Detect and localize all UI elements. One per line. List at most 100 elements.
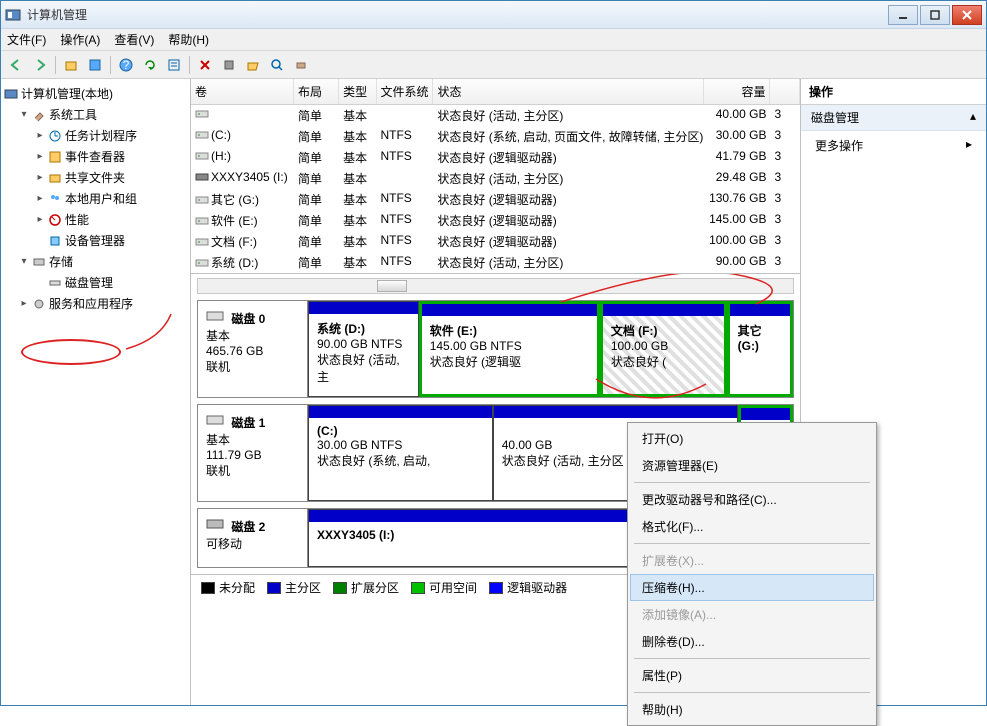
tree-storage[interactable]: ▾ 存储 xyxy=(19,251,188,272)
collapse-icon: ▴ xyxy=(970,109,976,126)
col-status[interactable]: 状态 xyxy=(433,79,703,104)
props-button[interactable] xyxy=(84,54,106,76)
menu-action[interactable]: 操作(A) xyxy=(60,31,100,48)
col-layout[interactable]: 布局 xyxy=(294,79,339,104)
disk-1-label[interactable]: 磁盘 1 基本 111.79 GB 联机 xyxy=(198,405,308,501)
perf-icon xyxy=(47,212,63,228)
back-button[interactable] xyxy=(5,54,27,76)
tree-services-apps[interactable]: ▸ 服务和应用程序 xyxy=(19,293,188,314)
collapse-icon[interactable]: ▾ xyxy=(19,256,29,267)
partition-f[interactable]: 文档 (F:)100.00 GB状态良好 ( xyxy=(600,301,727,397)
action-button[interactable] xyxy=(194,54,216,76)
clock-icon xyxy=(47,128,63,144)
minimize-button[interactable] xyxy=(888,5,918,25)
search-button[interactable] xyxy=(266,54,288,76)
settings-button[interactable] xyxy=(218,54,240,76)
menu-change-drive[interactable]: 更改驱动器号和路径(C)... xyxy=(630,486,874,513)
volume-row[interactable]: (H:)简单基本NTFS状态良好 (逻辑驱动器)41.79 GB3 xyxy=(191,147,800,168)
partition-d[interactable]: 系统 (D:)90.00 GB NTFS状态良好 (活动, 主 xyxy=(308,301,419,397)
expand-icon[interactable]: ▸ xyxy=(35,151,45,162)
tree-root[interactable]: 计算机管理(本地) xyxy=(3,83,188,104)
wrench-icon xyxy=(31,107,47,123)
col-filesystem[interactable]: 文件系统 xyxy=(377,79,434,104)
partition-e[interactable]: 软件 (E:)145.00 GB NTFS状态良好 (逻辑驱 xyxy=(419,301,600,397)
menu-file[interactable]: 文件(F) xyxy=(7,31,46,48)
volume-row[interactable]: 系统 (D:)简单基本NTFS状态良好 (活动, 主分区)90.00 GB3 xyxy=(191,252,800,273)
users-icon xyxy=(47,191,63,207)
menu-extend: 扩展卷(X)... xyxy=(630,547,874,574)
menubar: 文件(F) 操作(A) 查看(V) 帮助(H) xyxy=(1,29,986,51)
col-extra[interactable] xyxy=(770,79,800,104)
menu-explorer[interactable]: 资源管理器(E) xyxy=(630,452,874,479)
log-icon xyxy=(47,149,63,165)
hdd-icon xyxy=(206,309,224,323)
drive-icon xyxy=(195,108,209,120)
volume-list: 简单基本状态良好 (活动, 主分区)40.00 GB3(C:)简单基本NTFS状… xyxy=(191,105,800,273)
volume-row[interactable]: 简单基本状态良好 (活动, 主分区)40.00 GB3 xyxy=(191,105,800,126)
tree-local-users[interactable]: ▸本地用户和组 xyxy=(35,188,188,209)
device-icon xyxy=(47,233,63,249)
chevron-right-icon: ▸ xyxy=(966,137,972,151)
tree-system-tools[interactable]: ▾ 系统工具 xyxy=(19,104,188,125)
folder-icon xyxy=(47,170,63,186)
tree-disk-management[interactable]: 磁盘管理 xyxy=(35,272,188,293)
drive-icon xyxy=(195,171,209,183)
expand-icon[interactable]: ▸ xyxy=(35,214,45,225)
menu-shrink[interactable]: 压缩卷(H)... xyxy=(630,574,874,601)
storage-icon xyxy=(31,254,47,270)
volume-row[interactable]: XXXY3405 (I:)简单基本状态良好 (活动, 主分区)29.48 GB3 xyxy=(191,168,800,189)
hdd-icon xyxy=(206,413,224,427)
menu-delete[interactable]: 删除卷(D)... xyxy=(630,628,874,655)
partition-c[interactable]: (C:)30.00 GB NTFS状态良好 (系统, 启动, xyxy=(308,405,493,501)
refresh-button[interactable] xyxy=(139,54,161,76)
col-volume[interactable]: 卷 xyxy=(191,79,294,104)
tree-panel: 计算机管理(本地) ▾ 系统工具 ▸任务计划程序 ▸事件查看器 ▸共享文件夹 ▸… xyxy=(1,79,191,705)
actions-section[interactable]: 磁盘管理▴ xyxy=(801,105,986,131)
tree-performance[interactable]: ▸性能 xyxy=(35,209,188,230)
up-button[interactable] xyxy=(60,54,82,76)
menu-help[interactable]: 帮助(H) xyxy=(630,696,874,723)
col-capacity[interactable]: 容量 xyxy=(704,79,771,104)
expand-icon[interactable]: ▸ xyxy=(35,172,45,183)
collapse-icon[interactable]: ▾ xyxy=(19,109,29,120)
maximize-button[interactable] xyxy=(920,5,950,25)
disk-2-label[interactable]: 磁盘 2 可移动 xyxy=(198,509,308,567)
horizontal-scrollbar[interactable] xyxy=(197,278,794,294)
menu-help[interactable]: 帮助(H) xyxy=(168,31,209,48)
volume-list-header: 卷 布局 类型 文件系统 状态 容量 xyxy=(191,79,800,105)
list-button[interactable] xyxy=(163,54,185,76)
tree-event-viewer[interactable]: ▸事件查看器 xyxy=(35,146,188,167)
tree-device-manager[interactable]: 设备管理器 xyxy=(35,230,188,251)
drive-icon xyxy=(195,129,209,141)
app-icon xyxy=(5,7,21,23)
removable-icon xyxy=(206,517,224,531)
annotation-circle-tree xyxy=(21,339,121,365)
open-button[interactable] xyxy=(242,54,264,76)
menu-properties[interactable]: 属性(P) xyxy=(630,662,874,689)
help-button[interactable]: ? xyxy=(115,54,137,76)
menu-view[interactable]: 查看(V) xyxy=(114,31,154,48)
volume-row[interactable]: 文档 (F:)简单基本NTFS状态良好 (逻辑驱动器)100.00 GB3 xyxy=(191,231,800,252)
drive-icon xyxy=(195,257,209,269)
tree-task-scheduler[interactable]: ▸任务计划程序 xyxy=(35,125,188,146)
menu-open[interactable]: 打开(O) xyxy=(630,425,874,452)
expand-icon[interactable]: ▸ xyxy=(35,130,45,141)
toolbar: ? xyxy=(1,51,986,79)
tool-button[interactable] xyxy=(290,54,312,76)
tree-shared-folders[interactable]: ▸共享文件夹 xyxy=(35,167,188,188)
volume-row[interactable]: (C:)简单基本NTFS状态良好 (系统, 启动, 页面文件, 故障转储, 主分… xyxy=(191,126,800,147)
more-actions[interactable]: 更多操作▸ xyxy=(801,131,986,160)
volume-row[interactable]: 其它 (G:)简单基本NTFS状态良好 (逻辑驱动器)130.76 GB3 xyxy=(191,189,800,210)
expand-icon[interactable]: ▸ xyxy=(35,193,45,204)
menu-format[interactable]: 格式化(F)... xyxy=(630,513,874,540)
col-type[interactable]: 类型 xyxy=(339,79,376,104)
volume-row[interactable]: 软件 (E:)简单基本NTFS状态良好 (逻辑驱动器)145.00 GB3 xyxy=(191,210,800,231)
close-button[interactable] xyxy=(952,5,982,25)
forward-button[interactable] xyxy=(29,54,51,76)
context-menu: 打开(O) 资源管理器(E) 更改驱动器号和路径(C)... 格式化(F)...… xyxy=(627,422,877,726)
expand-icon[interactable]: ▸ xyxy=(19,298,29,309)
window-title: 计算机管理 xyxy=(27,6,888,23)
partition-g[interactable]: 其它 (G:) xyxy=(727,301,793,397)
titlebar: 计算机管理 xyxy=(1,1,986,29)
disk-0-label[interactable]: 磁盘 0 基本 465.76 GB 联机 xyxy=(198,301,308,397)
